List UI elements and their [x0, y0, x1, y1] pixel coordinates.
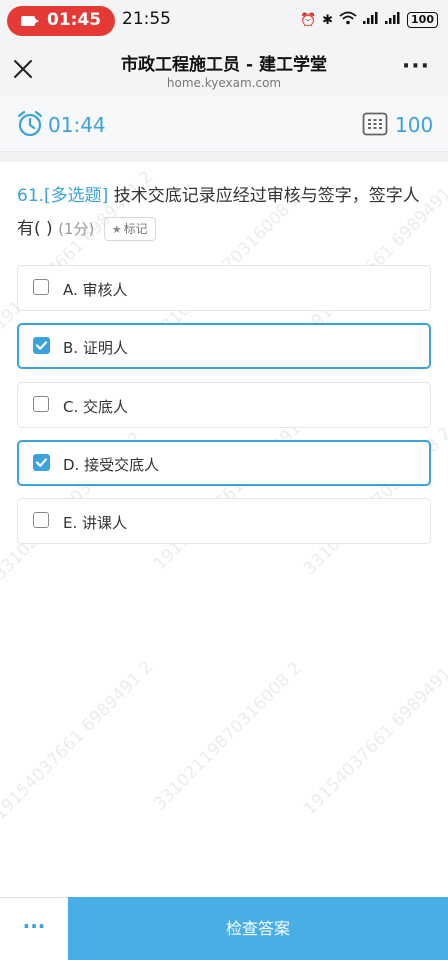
watermark-text: 19154037661 6989491 2 — [0, 657, 158, 825]
watermark-text: 19154037661 6989491 2 — [150, 407, 318, 575]
status-bar: 01:45 21:55 ⏰ ✱ 100 — [0, 0, 448, 40]
recording-time: 01:45 — [47, 10, 102, 30]
divider — [0, 152, 448, 162]
menu-button[interactable]: ··· — [0, 897, 68, 960]
status-clock: 21:55 — [122, 9, 171, 29]
option-a[interactable]: A. 审核人 — [17, 265, 431, 311]
question-block: 61.[多选题] 技术交底记录应经过审核与签字，签字人有( ) (1分) ★ 标记 — [17, 180, 435, 246]
checkbox-unchecked-icon[interactable] — [33, 279, 49, 295]
question-score: (1分) — [58, 220, 95, 238]
signal-icon-1 — [363, 12, 379, 28]
checkbox-checked-icon[interactable] — [33, 454, 50, 471]
alarm-status-icon: ⏰ — [299, 12, 317, 28]
mark-button[interactable]: ★ 标记 — [103, 217, 156, 241]
battery-indicator: 100 — [407, 12, 438, 28]
mark-label: 标记 — [123, 222, 148, 236]
page-title: 市政工程施工员 - 建工学堂 — [121, 55, 327, 75]
video-camera-icon — [21, 16, 39, 26]
option-label: E. 讲课人 — [63, 514, 128, 532]
bluetooth-icon: ✱ — [322, 12, 334, 28]
wifi-icon — [339, 11, 357, 29]
option-d[interactable]: D. 接受交底人 — [17, 440, 431, 486]
alarm-clock-icon — [16, 110, 44, 138]
option-c[interactable]: C. 交底人 — [17, 382, 431, 428]
page-url: home.kyexam.com — [166, 76, 282, 90]
check-answer-button[interactable]: 检查答案 — [68, 897, 448, 960]
screen-recording-pill[interactable]: 01:45 — [7, 6, 115, 36]
more-options-button[interactable]: ··· — [402, 54, 430, 79]
option-label: A. 审核人 — [63, 281, 128, 299]
exam-screen: 01:45 21:55 ⏰ ✱ 100 市政工程施工员 - 建工学堂 home.… — [0, 0, 448, 960]
option-label: C. 交底人 — [63, 398, 129, 416]
signal-icon-2 — [385, 12, 401, 28]
answer-sheet-icon[interactable] — [362, 111, 388, 137]
checkbox-unchecked-icon[interactable] — [33, 396, 49, 412]
option-b[interactable]: B. 证明人 — [17, 323, 431, 369]
elapsed-timer: 01:44 — [48, 113, 106, 137]
question-count[interactable]: 100 — [395, 113, 433, 137]
option-label: B. 证明人 — [63, 339, 128, 357]
question-number: 61. — [17, 186, 45, 206]
bottom-bar: ··· 检查答案 — [0, 897, 448, 960]
watermark-text: 19154037661 6989491 2 — [300, 652, 448, 820]
question-type: [多选题] — [44, 186, 109, 206]
option-label: D. 接受交底人 — [63, 456, 160, 474]
watermark-text: 33102119870316008 2 — [150, 658, 306, 815]
star-icon: ★ — [111, 223, 122, 236]
checkbox-checked-icon[interactable] — [33, 337, 50, 354]
checkbox-unchecked-icon[interactable] — [33, 512, 49, 528]
option-e[interactable]: E. 讲课人 — [17, 498, 431, 544]
system-icons: ⏰ ✱ 100 — [300, 10, 438, 30]
